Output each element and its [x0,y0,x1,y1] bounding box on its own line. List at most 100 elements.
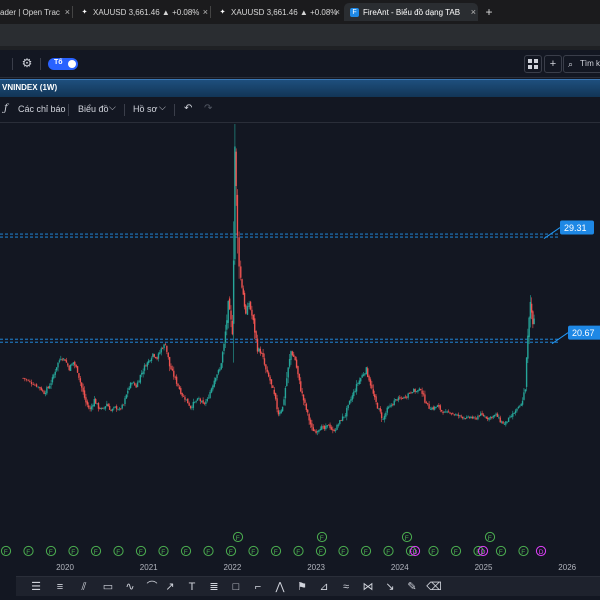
search-input[interactable]: ⌕ Tìm k [563,55,600,73]
rectangle-icon[interactable]: ▭ [100,580,116,594]
horizontal-lines-icon[interactable]: ≡ [52,580,68,594]
candle-body [108,405,111,410]
indicators-button[interactable]: Các chỉ báo [18,104,66,114]
candle-body [199,398,202,402]
candle-body [291,351,294,356]
profile-button[interactable]: Hồ sơ [133,104,157,114]
candle-body [164,344,167,346]
event-marker-label: F [4,549,8,556]
fibonacci-icon[interactable]: ≣ [206,580,222,594]
candle-body [187,398,189,404]
new-tab-button[interactable]: + [482,4,496,20]
gear-icon[interactable]: ⚙ [20,56,34,70]
candle-body [139,374,142,383]
candle-body [202,400,204,404]
candle-body [406,396,408,398]
grid-layout-button[interactable] [524,55,542,73]
candle-body [532,311,534,325]
candle-body [302,394,305,401]
candle-body [392,404,394,406]
candle-body [459,415,461,417]
wave-icon[interactable]: ≈ [338,580,354,594]
candle-body [480,413,482,416]
x-axis-tick-label: 2021 [140,563,158,572]
chevron-down-icon[interactable]: ⌵ [109,102,116,113]
candle-body [297,366,299,375]
candle-body [129,382,132,388]
browser-tab-active[interactable]: F FireAnt - Biểu đồ dạng TAB × [344,3,478,21]
candle-body [326,425,328,427]
price-chart[interactable]: 29.31 20.67 F F F F F F F F F F F F F F F F F F F F F F F F F F F F D D… [0,124,600,576]
text-icon[interactable]: T [184,580,200,594]
chevron-down-icon[interactable]: ⌵ [159,102,166,113]
undo-icon[interactable]: ↶ [184,103,192,114]
candle-body [48,385,51,389]
candle-body [439,405,441,410]
pattern-icon[interactable]: ⋈ [360,580,376,594]
candle-body [482,414,485,417]
browser-tab[interactable]: ✦ XAUUSD 3,661.46 ▲ +0.08% × [72,3,210,21]
candle-body [205,401,207,404]
toggle-switch[interactable]: Tố [48,58,78,70]
candle-body [174,376,176,378]
candle-body [484,416,486,418]
dividend-marker-label: D [539,549,544,556]
candle-body [358,380,361,384]
candle-body [330,427,333,430]
brush-icon[interactable]: ✎ [404,580,420,594]
x-axis-tick-label: 2026 [558,563,576,572]
eraser-icon[interactable]: ⌫ [426,580,442,594]
candle-body [403,396,405,399]
flag-icon[interactable]: ⚑ [294,580,310,594]
candle-body [209,392,211,398]
close-icon[interactable]: × [471,7,476,17]
candle-body [521,400,524,405]
candle-body [74,361,76,366]
candle-body [473,417,475,419]
x-axis-tick-label: 2024 [391,563,409,572]
symbol-title: VNINDEX (1W) [2,83,58,92]
candle-body [519,406,521,408]
zigzag-icon[interactable]: ⋀ [272,580,288,594]
candle-body [440,410,443,412]
candle-body [460,415,462,417]
candle-body [397,397,400,401]
candle-body [454,414,457,416]
callout-icon[interactable]: ⌐ [250,580,266,594]
redo-icon[interactable]: ↷ [204,103,212,114]
candle-body [154,357,157,358]
square-icon[interactable]: □ [228,580,244,594]
candle-body [489,417,492,419]
candle-body [203,403,206,404]
measure-icon[interactable]: ⊿ [316,580,332,594]
add-chart-button[interactable]: + [544,55,562,73]
tab-title: FireAnt - Biểu đồ dạng TAB [363,7,461,17]
menu-icon[interactable]: ☰ [28,580,44,594]
path-icon[interactable]: ∿ [122,580,138,594]
candle-body [216,374,218,378]
candle-body [509,416,511,418]
candle-body [192,401,195,408]
candle-body [524,389,527,392]
close-icon[interactable]: × [203,7,208,17]
trend-icon[interactable]: ↘ [382,580,398,594]
close-icon[interactable]: × [65,7,70,17]
candle-body [371,384,373,389]
chart-type-button[interactable]: Biểu đồ [78,104,109,114]
candle-body [220,363,222,370]
candle-body [177,383,179,386]
candle-body [124,398,126,405]
event-marker-label: F [229,549,233,556]
candle-body [507,417,510,422]
candle-body [141,373,143,375]
browser-tab[interactable]: ader | Open Trac × [0,3,72,21]
candle-body [191,407,193,409]
arrow-up-icon[interactable]: ↗ [162,580,178,594]
browser-tab[interactable]: ✦ XAUUSD 3,661.46 ▲ +0.08% × [210,3,342,21]
candle-body [477,416,479,420]
parallel-channel-icon[interactable]: ⫽ [76,580,92,594]
candle-body [354,390,356,392]
event-marker-label: F [94,549,98,556]
curve-icon[interactable]: ⌒ [144,580,160,594]
close-icon[interactable]: × [335,7,340,17]
